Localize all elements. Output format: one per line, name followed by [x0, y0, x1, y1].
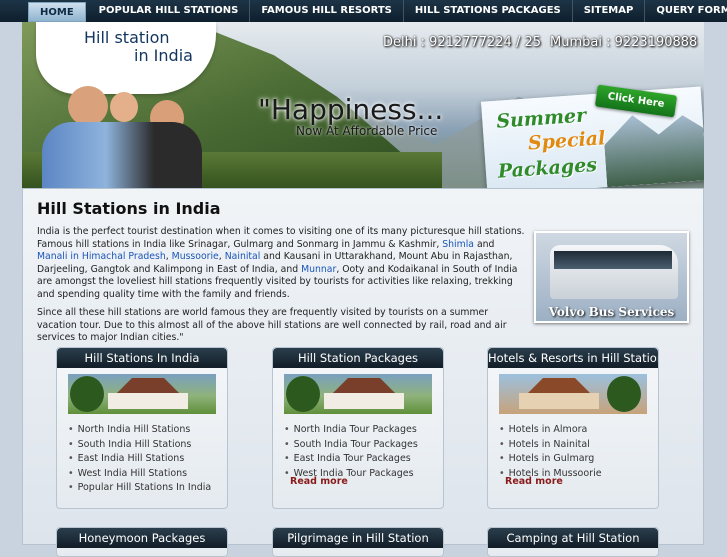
- link-munnar[interactable]: Munnar: [301, 264, 336, 275]
- box-title[interactable]: Hotels & Resorts in Hill Station: [488, 348, 658, 368]
- link-mussoorie[interactable]: Mussoorie: [172, 251, 219, 262]
- volvo-bus-banner[interactable]: Volvo Bus Services: [534, 231, 689, 323]
- hotel-photo: [499, 374, 647, 414]
- nav-popular-hill-stations[interactable]: POPULAR HILL STATIONS: [88, 0, 251, 22]
- phone-mumbai: Mumbai : 9223190888: [550, 35, 698, 50]
- tagline: "Happiness...: [258, 93, 444, 126]
- nav-sitemap[interactable]: SITEMAP: [573, 0, 646, 22]
- read-more-link[interactable]: Read more: [290, 476, 348, 487]
- link-shimla[interactable]: Shimla: [442, 239, 474, 250]
- nav-hill-stations-packages[interactable]: HILL STATIONS PACKAGES: [404, 0, 573, 22]
- main-content: Hill Stations in India India is the perf…: [22, 188, 704, 557]
- link-manali[interactable]: Manali in Himachal Pradesh: [37, 251, 166, 262]
- box-camping: Camping at Hill Station: [487, 527, 659, 557]
- link-nainital[interactable]: Nainital: [225, 251, 261, 262]
- box-honeymoon-packages: Honeymoon Packages: [56, 527, 228, 557]
- intro-paragraph: India is the perfect tourist destination…: [37, 226, 527, 302]
- promo-line3: Packages: [497, 153, 598, 183]
- nav-query-form[interactable]: QUERY FORM: [645, 0, 727, 22]
- box-title[interactable]: Honeymoon Packages: [57, 528, 227, 548]
- box-title[interactable]: Hill Stations In India: [57, 348, 227, 368]
- top-navigation: HOME POPULAR HILL STATIONS FAMOUS HILL R…: [0, 0, 727, 22]
- list-item[interactable]: Popular Hill Stations In India: [68, 481, 227, 496]
- list-item[interactable]: West India Hill Stations: [68, 467, 227, 482]
- list-item[interactable]: Hotels in Almora: [499, 423, 658, 438]
- bus-banner-title: Volvo Bus Services: [548, 305, 675, 319]
- list-item[interactable]: South India Tour Packages: [284, 438, 443, 453]
- list-item[interactable]: East India Hill Stations: [68, 452, 227, 467]
- box-hill-stations-in-india: Hill Stations In India North India Hill …: [56, 347, 228, 509]
- box-title[interactable]: Hill Station Packages: [273, 348, 443, 368]
- nav-home[interactable]: HOME: [28, 2, 86, 22]
- snow-mountain-image: [602, 110, 704, 187]
- box-pilgrimage: Pilgrimage in Hill Station: [272, 527, 444, 557]
- intro-text-and: and: [473, 238, 495, 250]
- resort-photo: [68, 374, 216, 414]
- logo-text-line2: in India: [134, 46, 193, 65]
- box-hill-station-packages: Hill Station Packages North India Tour P…: [272, 347, 444, 509]
- read-more-link[interactable]: Read more: [505, 476, 563, 487]
- phone-delhi: Delhi : 9212777224 / 25: [383, 35, 542, 50]
- subtagline: Now At Affordable Price: [296, 124, 438, 138]
- promo-line2: Special: [527, 127, 607, 155]
- logo-text-line1: Hill station: [84, 28, 170, 47]
- list-item[interactable]: South India Hill Stations: [68, 438, 227, 453]
- header-banner: Hill station in India Delhi : 9212777224…: [22, 22, 704, 188]
- family-photo-bodies: [42, 122, 202, 188]
- list-item[interactable]: North India Hill Stations: [68, 423, 227, 438]
- nav-famous-hill-resorts[interactable]: FAMOUS HILL RESORTS: [250, 0, 404, 22]
- family-photo-person-1: [68, 86, 108, 126]
- box-hotels-resorts: Hotels & Resorts in Hill Station Hotels …: [487, 347, 659, 509]
- box-title[interactable]: Pilgrimage in Hill Station: [273, 528, 443, 548]
- list-item[interactable]: North India Tour Packages: [284, 423, 443, 438]
- list-item[interactable]: East India Tour Packages: [284, 452, 443, 467]
- family-photo-person-2: [110, 92, 138, 122]
- page-title: Hill Stations in India: [37, 199, 221, 218]
- logo-cloud[interactable]: Hill station in India: [36, 22, 216, 94]
- list-item[interactable]: Hotels in Gulmarg: [499, 452, 658, 467]
- box-title[interactable]: Camping at Hill Station: [488, 528, 658, 548]
- list-item[interactable]: Hotels in Nainital: [499, 438, 658, 453]
- bus-window: [554, 251, 672, 269]
- resort-photo: [284, 374, 432, 414]
- second-paragraph: Since all these hill stations are world …: [37, 307, 507, 344]
